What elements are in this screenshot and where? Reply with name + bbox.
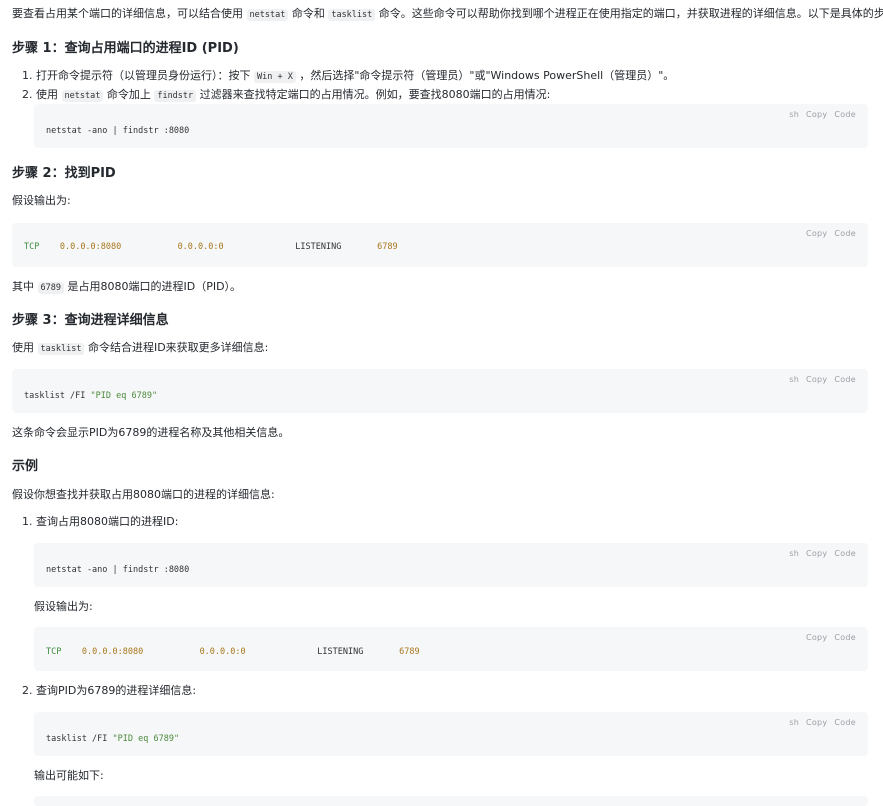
inline-code-pid: 6789 xyxy=(37,282,64,294)
step3-heading: 步骤 3：查询进程详细信息 xyxy=(12,313,169,328)
example-intro: 假设你想查找并获取占用8080端口的进程的详细信息: xyxy=(12,488,275,501)
step1-item1-text-b: ，然后选择"命令提示符（管理员）"或"Windows PowerShell（管理… xyxy=(299,69,675,82)
step1-heading: 步骤 1：查询占用端口的进程ID (PID) xyxy=(12,41,239,56)
copy-button[interactable]: Copy xyxy=(806,549,828,558)
code-lang-label: sh xyxy=(789,110,800,119)
inline-code-tasklist-2: tasklist xyxy=(37,343,85,355)
step3-after: 这条命令会显示PID为6789的进程名称及其他相关信息。 xyxy=(12,426,290,439)
code-block-example-tasklist: sh Copy Code tasklist /FI "PID eq 6789" xyxy=(34,712,868,756)
example-assume: 假设输出为: xyxy=(34,600,93,613)
copy-button[interactable]: Copy xyxy=(806,375,828,384)
step1-item-2: 2. 使用 netstat 命令加上 findstr 过滤器来查找特定端口的占用… xyxy=(22,87,550,104)
copy-button[interactable]: Copy xyxy=(806,633,828,642)
code-output-line: TCP 0.0.0.0:8080 0.0.0.0:0 LISTENING 678… xyxy=(24,242,398,252)
step1-item2-text-c: 过滤器来查找特定端口的占用情况。例如，要查找8080端口的占用情况: xyxy=(199,88,551,101)
code-button[interactable]: Code xyxy=(834,229,856,238)
token-cmd: tasklist /FI xyxy=(24,391,91,401)
code-block-tasklist: sh Copy Code tasklist /FI "PID eq 6789" xyxy=(12,369,868,413)
code-button[interactable]: Code xyxy=(834,633,856,642)
step1-item2-text-b: 命令加上 xyxy=(106,88,151,101)
copy-button[interactable]: Copy xyxy=(806,229,828,238)
code-lang-label: sh xyxy=(789,375,800,384)
token-arg: "PID eq 6789" xyxy=(112,734,180,744)
step2-after-text-a: 其中 xyxy=(12,280,34,293)
step3-intro: 使用 tasklist 命令结合进程ID来获取更多详细信息: xyxy=(12,340,268,357)
example-item-2: 2. 查询PID为6789的进程详细信息: xyxy=(22,684,197,697)
copy-button[interactable]: Copy xyxy=(806,718,828,727)
code-block-toolbar: sh Copy Code xyxy=(785,549,856,558)
step1-item2-text-a: 2. 使用 xyxy=(22,88,58,101)
token-proto: TCP xyxy=(46,647,62,657)
token-pid: 6789 xyxy=(377,242,398,252)
token-pid: 6789 xyxy=(399,647,420,657)
code-button[interactable]: Code xyxy=(834,718,856,727)
step2-heading: 步骤 2：找到PID xyxy=(12,166,116,181)
code-block-partial xyxy=(34,796,868,806)
code-text: tasklist /FI "PID eq 6789" xyxy=(46,734,179,744)
step2-intro: 假设输出为: xyxy=(12,194,71,207)
intro-paragraph: 要查看占用某个端口的详细信息，可以结合使用 netstat 命令和 taskli… xyxy=(12,6,883,23)
code-text: netstat -ano | findstr :8080 xyxy=(46,565,190,575)
token-cmd: tasklist /FI xyxy=(46,734,113,744)
token-local-addr: 0.0.0.0:8080 xyxy=(81,647,144,657)
token-local-addr: 0.0.0.0:8080 xyxy=(59,242,122,252)
code-block-toolbar: sh Copy Code xyxy=(785,375,856,384)
token-remote-addr: 0.0.0.0:0 xyxy=(177,242,224,252)
code-button[interactable]: Code xyxy=(834,110,856,119)
step3-intro-text-a: 使用 xyxy=(12,341,34,354)
code-text: netstat -ano | findstr :8080 xyxy=(46,126,190,136)
intro-text-1: 要查看占用某个端口的详细信息，可以结合使用 xyxy=(12,7,243,20)
inline-code-netstat-2: netstat xyxy=(61,90,104,102)
code-button[interactable]: Code xyxy=(834,549,856,558)
copy-button[interactable]: Copy xyxy=(806,110,828,119)
code-block-toolbar: sh Copy Code xyxy=(785,718,856,727)
step1-item1-text-a: 1. 打开命令提示符（以管理员身份运行）：按下 xyxy=(22,69,251,82)
code-block-toolbar: Copy Code xyxy=(802,229,856,238)
token-arg: "PID eq 6789" xyxy=(90,391,158,401)
code-text: tasklist /FI "PID eq 6789" xyxy=(24,391,157,401)
example-output-label: 输出可能如下: xyxy=(34,769,104,782)
intro-text-3: 命令。这些命令可以帮助你找到哪个进程正在使用指定的端口，并获取进程的详细信息。以… xyxy=(378,7,883,20)
code-lang-label: sh xyxy=(789,549,800,558)
code-output-line: TCP 0.0.0.0:8080 0.0.0.0:0 LISTENING 678… xyxy=(46,647,420,657)
token-state: LISTENING xyxy=(295,242,342,252)
code-block-output: Copy Code TCP 0.0.0.0:8080 0.0.0.0:0 LIS… xyxy=(12,223,868,267)
inline-code-tasklist: tasklist xyxy=(328,9,376,21)
example-item-1: 1. 查询占用8080端口的进程ID: xyxy=(22,515,179,528)
code-button[interactable]: Code xyxy=(834,375,856,384)
inline-code-win-x: Win + X xyxy=(254,71,296,83)
inline-code-netstat: netstat xyxy=(246,9,289,21)
code-block-example-output: Copy Code TCP 0.0.0.0:8080 0.0.0.0:0 LIS… xyxy=(34,627,868,671)
code-block-example-netstat: sh Copy Code netstat -ano | findstr :808… xyxy=(34,543,868,587)
token-remote-addr: 0.0.0.0:0 xyxy=(199,647,246,657)
token-proto: TCP xyxy=(24,242,40,252)
code-lang-label: sh xyxy=(789,718,800,727)
inline-code-findstr: findstr xyxy=(154,90,197,102)
token-state: LISTENING xyxy=(317,647,364,657)
code-block-netstat: sh Copy Code netstat -ano | findstr :808… xyxy=(34,104,868,148)
example-heading: 示例 xyxy=(12,459,39,474)
step3-intro-text-b: 命令结合进程ID来获取更多详细信息: xyxy=(87,341,269,354)
intro-text-2: 命令和 xyxy=(291,7,325,20)
step1-item-1: 1. 打开命令提示符（以管理员身份运行）：按下 Win + X ，然后选择"命令… xyxy=(22,68,674,85)
code-block-toolbar: sh Copy Code xyxy=(785,110,856,119)
step2-after: 其中 6789 是占用8080端口的进程ID（PID）。 xyxy=(12,279,241,296)
step2-after-text-b: 是占用8080端口的进程ID（PID）。 xyxy=(67,280,242,293)
code-block-toolbar: Copy Code xyxy=(802,633,856,642)
